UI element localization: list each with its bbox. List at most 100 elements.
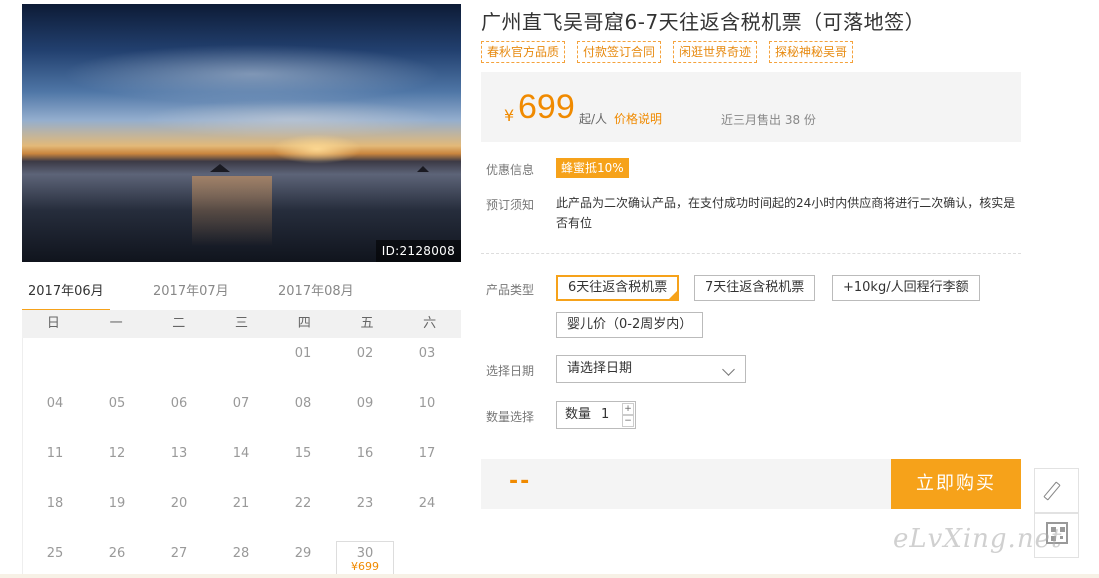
product-title: 广州直飞吴哥窟6-7天往返含税机票（可落地签） — [481, 10, 926, 34]
calendar-day-number: 19 — [108, 496, 126, 511]
calendar-day-number: 25 — [46, 546, 64, 561]
product-tags: 春秋官方品质 付款签订合同 闲逛世界奇迹 探秘神秘吴哥 — [481, 41, 854, 63]
calendar-day[interactable]: 14 — [210, 446, 272, 461]
price-explain-link[interactable]: 价格说明 — [614, 110, 662, 127]
calendar-day[interactable]: 27 — [148, 546, 210, 561]
calendar-day[interactable]: 25 — [24, 546, 86, 561]
photo-cloud — [62, 44, 442, 104]
tab-month-august[interactable]: 2017年08月 — [278, 282, 354, 312]
calendar-day-number: 06 — [170, 396, 188, 411]
weekday-label: 一 — [109, 316, 123, 331]
calendar-day[interactable]: 29 — [272, 546, 334, 561]
calendar-day[interactable]: 13 — [148, 446, 210, 461]
calendar-day[interactable]: 22 — [272, 496, 334, 511]
calendar-day-number: 28 — [232, 546, 250, 561]
calendar-day[interactable]: 12 — [86, 446, 148, 461]
calendar-day[interactable]: 15 — [272, 446, 334, 461]
product-type-option-6day[interactable]: 6天往返含税机票 — [556, 275, 680, 301]
feature-tag: 春秋官方品质 — [481, 41, 566, 63]
photo-hut — [210, 164, 230, 172]
weekday-label: 四 — [297, 316, 311, 331]
calendar-day[interactable]: 10 — [396, 396, 458, 411]
calendar-day-number: 21 — [232, 496, 250, 511]
buy-now-button[interactable]: 立即购买 — [891, 459, 1021, 509]
calendar-day[interactable]: 07 — [210, 396, 272, 411]
calendar-day[interactable]: 24 — [396, 496, 458, 511]
calendar-day[interactable]: 21 — [210, 496, 272, 511]
tab-month-june[interactable]: 2017年06月 — [22, 282, 110, 312]
calendar-day[interactable]: 04 — [24, 396, 86, 411]
quantity-prefix: 数量 — [565, 407, 592, 422]
watermark: eLvXing.net — [893, 524, 1063, 554]
discount-badge: 蜂蜜抵10% — [556, 158, 629, 178]
weekday-label: 六 — [423, 316, 437, 331]
calendar-day[interactable]: 09 — [334, 396, 396, 411]
calendar-day[interactable]: 03 — [396, 346, 458, 361]
calendar-day-number: 08 — [294, 396, 312, 411]
calendar-day[interactable]: 19 — [86, 496, 148, 511]
product-type-option-infant[interactable]: 婴儿价（0-2周岁内） — [556, 312, 704, 338]
calendar-day[interactable]: 05 — [86, 396, 148, 411]
calendar-day-number: 13 — [170, 446, 188, 461]
feedback-button[interactable] — [1034, 468, 1079, 513]
calendar-month-tabs: 2017年06月 2017年07月 2017年08月 — [22, 280, 461, 312]
weekday-label: 二 — [172, 316, 186, 331]
quantity-value[interactable]: 1 — [601, 402, 609, 428]
calendar-day[interactable]: 23 — [334, 496, 396, 511]
date-select[interactable]: 请选择日期 — [556, 355, 746, 383]
quantity-stepper[interactable]: 数量 1 + − — [556, 401, 636, 429]
calendar-day[interactable]: 02 — [334, 346, 396, 361]
calendar-day-number: 17 — [418, 446, 436, 461]
date-select-placeholder: 请选择日期 — [567, 361, 633, 376]
quantity-minus-button[interactable]: − — [622, 415, 634, 427]
photo-reflection — [192, 176, 272, 246]
photo-id-tag: ID:2128008 — [375, 240, 461, 262]
calendar-day[interactable]: 01 — [272, 346, 334, 361]
calendar-day[interactable]: 16 — [334, 446, 396, 461]
price-unit: 起/人 — [579, 112, 608, 126]
product-type-option-7day[interactable]: 7天往返含税机票 — [694, 275, 816, 301]
product-type-label: 产品类型 — [486, 283, 535, 297]
feature-tag: 探秘神秘吴哥 — [769, 41, 854, 63]
calendar-day-number: 09 — [356, 396, 374, 411]
calendar-day-number: 24 — [418, 496, 436, 511]
calendar-day-number: 27 — [170, 546, 188, 561]
quantity-plus-button[interactable]: + — [622, 403, 634, 415]
booking-notice: 此产品为二次确认产品，在支付成功时间起的24小时内供应商将进行二次确认，核实是否… — [556, 196, 1016, 230]
calendar-day[interactable]: 26 — [86, 546, 148, 561]
calendar-day[interactable]: 28 — [210, 546, 272, 561]
calendar-day-number: 14 — [232, 446, 250, 461]
calendar-day-number: 16 — [356, 446, 374, 461]
calendar-day-number: 04 — [46, 396, 64, 411]
calendar-day[interactable]: 08 — [272, 396, 334, 411]
photo-sunset-glow — [272, 134, 362, 164]
calendar-day[interactable]: 11 — [24, 446, 86, 461]
calendar-day[interactable]: 30 ¥699 — [336, 541, 394, 578]
calendar-day[interactable]: 06 — [148, 396, 210, 411]
total-price: -- — [509, 469, 532, 494]
calendar-day-number: 05 — [108, 396, 126, 411]
weekday-label: 日 — [46, 316, 60, 331]
product-photo[interactable]: ID:2128008 — [22, 4, 461, 262]
tab-month-july[interactable]: 2017年07月 — [153, 282, 229, 312]
calendar-day[interactable]: 18 — [24, 496, 86, 511]
divider — [481, 253, 1021, 254]
product-type-option-luggage[interactable]: +10kg/人回程行李额 — [832, 275, 980, 301]
pencil-icon — [1043, 481, 1061, 501]
calendar-day-number: 18 — [46, 496, 64, 511]
calendar-day-number: 01 — [294, 346, 312, 361]
currency-symbol: ¥ — [504, 106, 515, 125]
calendar-day-price: ¥699 — [351, 560, 379, 573]
calendar-day-number: 02 — [356, 346, 374, 361]
calendar-day-number: 29 — [294, 546, 312, 561]
quantity-label: 数量选择 — [486, 410, 535, 424]
date-select-label: 选择日期 — [486, 364, 535, 378]
feature-tag: 付款签订合同 — [577, 41, 662, 63]
calendar-day-number: 03 — [418, 346, 436, 361]
calendar-day[interactable]: 17 — [396, 446, 458, 461]
calendar-day[interactable]: 20 — [148, 496, 210, 511]
chevron-down-icon — [722, 363, 735, 376]
calendar-weekday-header: 日 一 二 三 四 五 六 — [22, 310, 461, 338]
weekday-label: 三 — [235, 316, 249, 331]
calendar-day-number: 30 — [356, 546, 374, 561]
